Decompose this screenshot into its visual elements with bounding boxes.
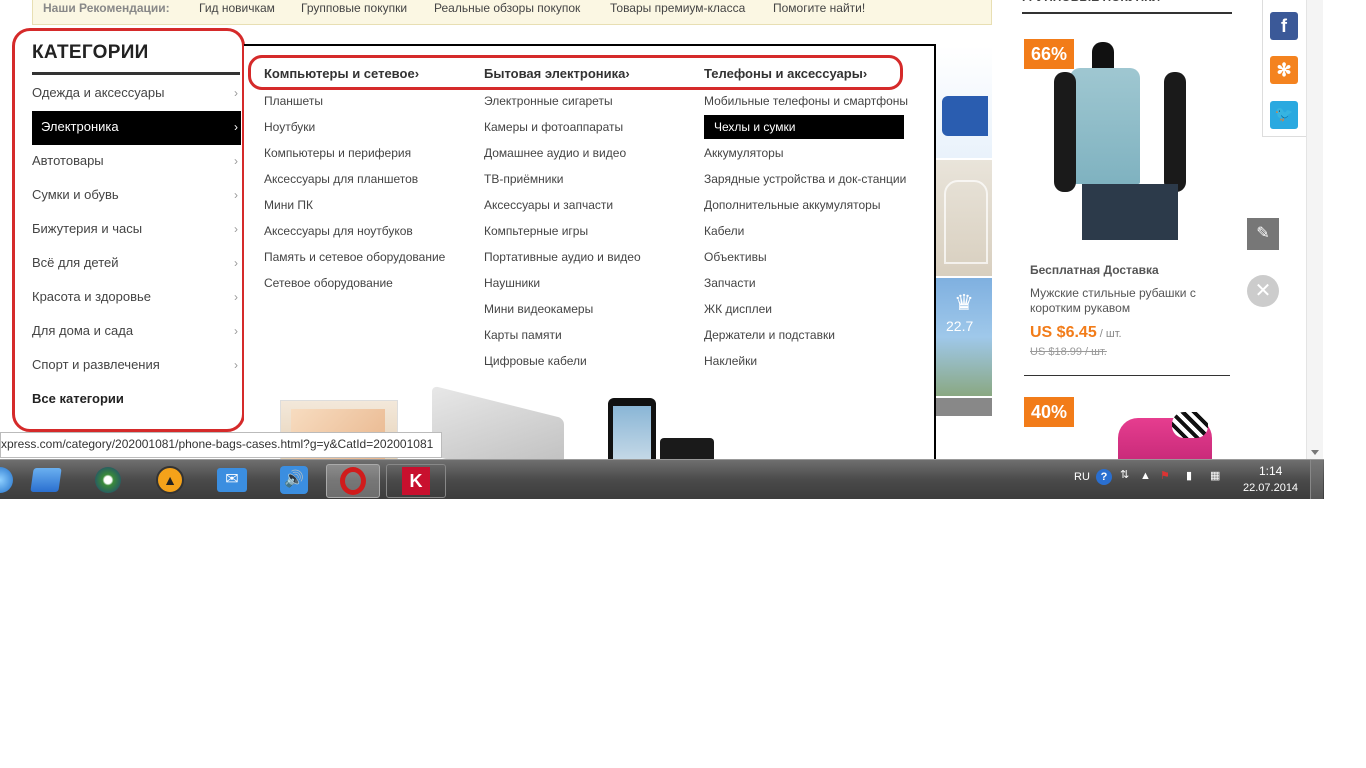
file-explorer-icon[interactable] (26, 464, 66, 496)
battery-icon[interactable]: ▮ (1186, 469, 1192, 482)
flyout-link[interactable]: Цифровые кабели (484, 354, 587, 368)
opera-browser-icon[interactable] (326, 464, 380, 498)
rec-link-group-buys[interactable]: Групповые покупки (301, 0, 407, 17)
flyout-link-active[interactable]: Чехлы и сумки (704, 115, 904, 139)
recommendations-bar: Наши Рекомендации: Гид новичкам Групповы… (32, 0, 992, 25)
audio-app-icon[interactable]: 🔊 (274, 464, 314, 496)
flyout-link[interactable]: Портативные аудио и видео (484, 250, 641, 264)
phone-product-image[interactable] (608, 398, 656, 468)
flyout-link[interactable]: Мини видеокамеры (484, 302, 593, 316)
browser-viewport: Наши Рекомендации: Гид новичкам Групповы… (0, 0, 1324, 499)
rec-link-premium[interactable]: Товары премиум-класса (610, 0, 745, 17)
banner-fragment-mid (936, 160, 992, 276)
mirror-shape (944, 180, 988, 264)
flyout-link[interactable]: Компьютеры и периферия (264, 146, 411, 160)
flyout-link[interactable]: Компьтерные игры (484, 224, 588, 238)
scroll-down-arrow-icon[interactable] (1311, 450, 1319, 455)
flyout-link[interactable]: ЖК дисплеи (704, 302, 772, 316)
edit-icon[interactable]: ✎ (1247, 218, 1279, 250)
help-icon[interactable]: ? (1096, 469, 1112, 485)
network-icon[interactable]: ⇅ (1120, 468, 1129, 481)
banner-rating: 22.7 (946, 318, 974, 334)
windows-taskbar: ▲ ✉ 🔊 K RU ? ⇅ ▲ ⚑ ▮ ▦ 1:14 22.07.2014 (0, 459, 1324, 499)
banner-figure-shape (942, 96, 988, 136)
clock-date[interactable]: 22.07.2014 (1243, 482, 1298, 494)
shirt-product-image[interactable] (1052, 42, 1202, 242)
action-center-flag-icon[interactable]: ⚑ (1160, 469, 1170, 482)
product-old-price: US $18.99 / шт. (1030, 346, 1107, 358)
twitter-icon[interactable]: 🐦 (1270, 101, 1298, 129)
banner-bar (936, 398, 992, 416)
status-bar-url: xpress.com/category/202001081/phone-bags… (0, 432, 443, 458)
flyout-link[interactable]: ТВ-приёмники (484, 172, 563, 186)
discount-badge: 40% (1024, 397, 1074, 427)
banner-fragment-bottom: ♛ 22.7 (936, 278, 992, 396)
language-indicator[interactable]: RU (1074, 471, 1090, 483)
highlight-box-categories (12, 28, 245, 432)
mail-icon[interactable]: ✉ (212, 464, 252, 496)
product-price: US $6.45 / шт. (1030, 324, 1122, 342)
divider (1024, 375, 1230, 376)
flyout-link[interactable]: Аксессуары для планшетов (264, 172, 418, 186)
flyout-link[interactable]: Кабели (704, 224, 744, 238)
flyout-link[interactable]: Аккумуляторы (704, 146, 783, 160)
kaspersky-icon[interactable]: K (386, 464, 446, 498)
highlight-box-flyout-headings (248, 55, 903, 90)
banner-fragment-top (936, 46, 992, 158)
facebook-icon[interactable]: f (1270, 12, 1298, 40)
flyout-link[interactable]: Карты памяти (484, 328, 562, 342)
flyout-link[interactable]: Держатели и подставки (704, 328, 835, 342)
show-hidden-icons-chevron[interactable]: ▲ (1140, 470, 1151, 482)
social-share-panel: f ✻ 🐦 (1262, 0, 1308, 137)
rec-link-reviews[interactable]: Реальные обзоры покупок (434, 0, 580, 17)
start-button-icon[interactable] (0, 464, 20, 496)
show-desktop-button[interactable] (1310, 460, 1323, 499)
hat-product-image[interactable] (1118, 412, 1212, 460)
rec-link-help-find[interactable]: Помогите найти! (773, 0, 865, 17)
flyout-link[interactable]: Запчасти (704, 276, 756, 290)
flyout-link[interactable]: Планшеты (264, 94, 323, 108)
flyout-link[interactable]: Объективы (704, 250, 767, 264)
aimp-player-icon[interactable]: ▲ (150, 464, 190, 496)
price-value: US $6.45 (1030, 324, 1097, 341)
vertical-scrollbar[interactable] (1306, 0, 1323, 459)
flyout-link[interactable]: Аксессуары для ноутбуков (264, 224, 413, 238)
clock-time[interactable]: 1:14 (1259, 464, 1282, 478)
media-player-icon[interactable] (88, 464, 128, 496)
crown-icon: ♛ (954, 290, 974, 315)
odnoklassniki-icon[interactable]: ✻ (1270, 56, 1298, 84)
flyout-link[interactable]: Дополнительные аккумуляторы (704, 198, 880, 212)
close-icon[interactable]: ✕ (1247, 275, 1279, 307)
flyout-link[interactable]: Ноутбуки (264, 120, 315, 134)
flyout-link[interactable]: Мобильные телефоны и смартфоны (704, 94, 908, 108)
flyout-link[interactable]: Наушники (484, 276, 540, 290)
flyout-link[interactable]: Домашнее аудио и видео (484, 146, 626, 160)
electronics-flyout-menu: Компьютеры и сетевое› Планшеты Ноутбуки … (244, 44, 936, 489)
group-buys-title[interactable]: ГРУППОВЫЕ ПОКУПКИ › (1022, 0, 1232, 14)
rec-link-beginners-guide[interactable]: Гид новичкам (199, 0, 275, 17)
recommendations-label: Наши Рекомендации: (43, 1, 170, 15)
flyout-link[interactable]: Память и сетевое оборудование (264, 250, 445, 264)
flyout-link[interactable]: Наклейки (704, 354, 757, 368)
flyout-link[interactable]: Сетевое оборудование (264, 276, 393, 290)
flyout-link[interactable]: Электронные сигареты (484, 94, 613, 108)
price-unit: / шт. (1096, 328, 1122, 340)
flyout-link[interactable]: Зарядные устройства и док-станции (704, 172, 906, 186)
network-status-icon[interactable]: ▦ (1210, 469, 1220, 482)
flyout-link[interactable]: Мини ПК (264, 198, 313, 212)
flyout-link[interactable]: Аксессуары и запчасти (484, 198, 613, 212)
product-title-link[interactable]: Мужские стильные рубашки с коротким рука… (1030, 286, 1210, 316)
flyout-link[interactable]: Камеры и фотоаппараты (484, 120, 623, 134)
free-shipping-label: Бесплатная Доставка (1030, 263, 1159, 277)
